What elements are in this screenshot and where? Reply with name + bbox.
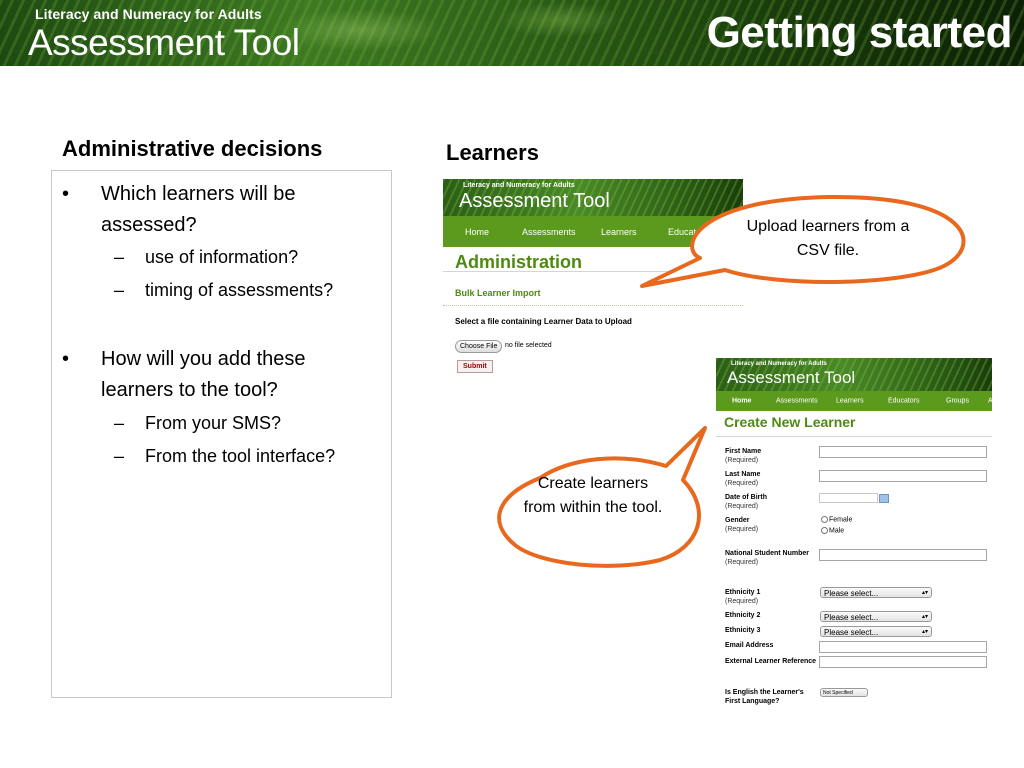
upload-callout-text: Upload learners from a CSV file. [746,218,910,259]
create-callout-text: Create learners from within the tool. [523,475,663,516]
callout-shapes [497,194,966,568]
